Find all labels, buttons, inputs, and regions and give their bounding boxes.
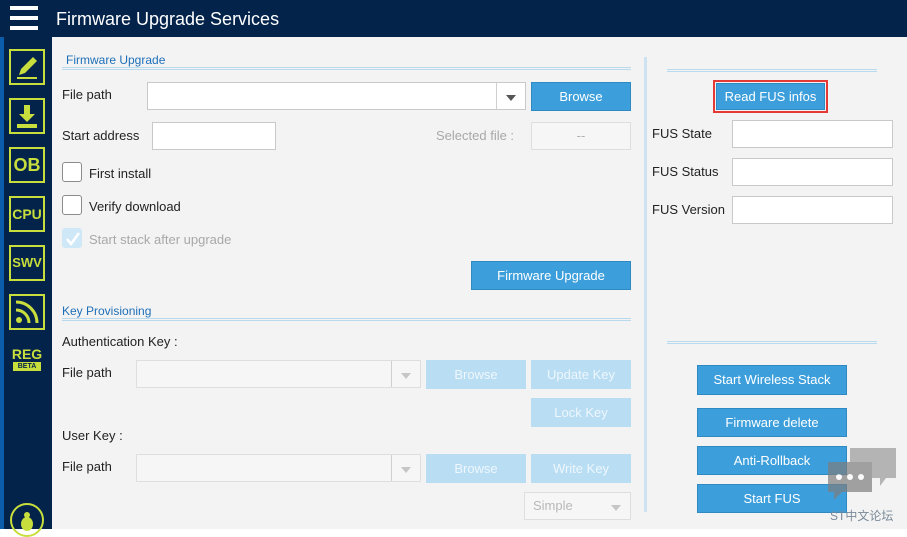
page-title: Firmware Upgrade Services [56,9,280,29]
chevron-down-icon[interactable] [602,493,630,519]
auth-file-path-label: File path [62,365,112,380]
panel-divider [644,57,647,512]
write-key-button[interactable]: Write Key [531,454,631,483]
reg-label: REG [11,346,43,362]
fus-status-label: FUS Status [652,164,719,179]
selected-file-label: Selected file : [436,128,515,143]
chevron-down-icon[interactable] [391,455,420,481]
key-provisioning-section-title: Key Provisioning [62,304,152,318]
fus-state-field [732,120,893,148]
user-file-path-combo[interactable] [136,454,421,482]
user-browse-button[interactable]: Browse [426,454,526,483]
chat-watermark-icon [826,444,900,502]
fus-state-label: FUS State [652,126,712,141]
start-fus-button[interactable]: Start FUS [697,484,847,513]
key-type-select[interactable]: Simple [524,492,631,520]
lock-key-button[interactable]: Lock Key [531,398,631,427]
file-path-label: File path [62,87,112,102]
selected-file-field: -- [531,122,631,150]
section-divider [667,341,877,344]
checkmark-icon [66,232,81,247]
reg-beta-label: BETA [13,362,41,371]
browse-button[interactable]: Browse [531,82,631,111]
verify-download-checkbox[interactable] [62,195,82,215]
section-divider [62,67,631,70]
user-key-label: User Key : [62,428,123,443]
cpu-label: CPU [12,206,42,222]
hamburger-menu-icon[interactable] [10,6,38,30]
cpu-icon[interactable]: CPU [9,196,45,232]
auth-key-label: Authentication Key : [62,334,178,349]
file-path-combo[interactable] [147,82,526,110]
rss-icon[interactable] [9,294,45,330]
firmware-upgrade-section-title: Firmware Upgrade [66,53,166,67]
fus-status-field [732,158,893,186]
option-bytes-label: OB [13,155,41,175]
sidebar: OB CPU SWV REG BETA [0,37,52,537]
update-key-button[interactable]: Update Key [531,360,631,389]
start-stack-label: Start stack after upgrade [89,232,232,247]
first-install-checkbox[interactable] [62,162,82,182]
fus-version-label: FUS Version [652,202,725,217]
reg-icon[interactable]: REG BETA [9,343,45,379]
chevron-down-icon[interactable] [391,361,420,387]
start-stack-checkbox[interactable] [62,228,82,248]
auth-browse-button[interactable]: Browse [426,360,526,389]
section-divider [667,69,877,72]
swv-icon[interactable]: SWV [9,245,45,281]
read-fus-infos-button[interactable]: Read FUS infos [716,83,825,110]
verify-download-label: Verify download [89,199,181,214]
start-address-label: Start address [62,128,140,143]
auth-file-path-combo[interactable] [136,360,421,388]
firmware-delete-button[interactable]: Firmware delete [697,408,847,437]
first-install-label: First install [89,166,152,181]
firmware-upgrade-button[interactable]: Firmware Upgrade [471,261,631,290]
download-icon[interactable] [9,98,45,134]
sidebar-edge [0,37,4,529]
anti-rollback-button[interactable]: Anti-Rollback [697,446,847,475]
option-bytes-icon[interactable]: OB [9,147,45,183]
chevron-down-icon[interactable] [496,83,525,109]
section-divider [62,318,631,321]
edit-icon[interactable] [9,49,45,85]
bug-icon[interactable] [10,503,44,537]
start-address-input[interactable] [152,122,276,150]
fus-version-field [732,196,893,224]
user-file-path-label: File path [62,459,112,474]
start-wireless-stack-button[interactable]: Start Wireless Stack [697,365,847,395]
key-type-value: Simple [533,498,573,513]
watermark-text: ST中文论坛 [830,509,894,523]
swv-label: SWV [12,255,42,270]
